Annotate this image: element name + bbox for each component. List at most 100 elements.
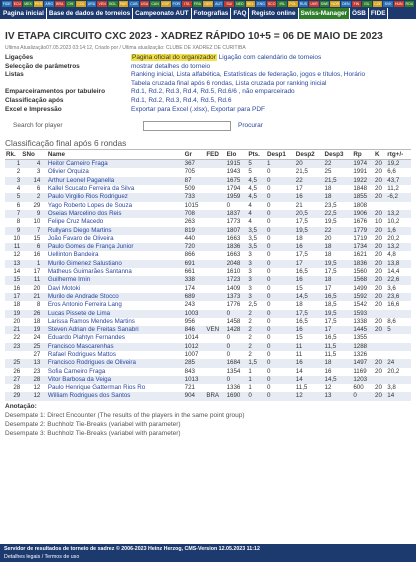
info-links[interactable]: mostrar detalhes do torneio — [131, 63, 210, 70]
flag-icon[interactable]: GER — [203, 1, 213, 7]
flag-icon[interactable]: FIDE — [2, 1, 12, 7]
search-input[interactable] — [143, 120, 231, 131]
nav-link[interactable]: Pagina inicial — [1, 8, 47, 19]
player-name-link[interactable]: Olivier Orquiza — [47, 168, 184, 176]
flag-icon[interactable]: VEN — [97, 1, 107, 7]
player-name-link[interactable]: Uellinton Bandeira — [47, 251, 184, 259]
flag-icon[interactable]: POL — [288, 1, 298, 7]
table-cell: 3,5 — [247, 243, 266, 252]
table-cell: 440 — [184, 234, 195, 242]
nav-link[interactable]: Swiss-Manager — [298, 8, 351, 19]
flag-icon[interactable]: RUS — [298, 1, 309, 7]
info-value: Tabela cruzada final após 6 rondas, List… — [131, 80, 326, 89]
player-name-link[interactable]: Davi Motoki — [47, 285, 184, 293]
flag-icon[interactable]: ITA — [182, 1, 192, 7]
flag-icon[interactable]: IRL — [277, 1, 288, 7]
player-name-link[interactable]: Francisco Rodrigues de Oliveira — [46, 359, 184, 368]
info-links[interactable]: Tabela cruzada final após 6 rondas, List… — [131, 80, 326, 87]
table-cell: 20 — [374, 392, 387, 401]
flag-icon[interactable]: HUN — [393, 1, 404, 7]
player-name-link[interactable]: Paulo Gomes de França Junior — [46, 243, 184, 252]
flag-icon[interactable]: BOL — [107, 1, 118, 7]
search-button[interactable]: Procurar — [238, 122, 263, 129]
flag-icon[interactable]: NED — [235, 1, 245, 7]
flag-icon[interactable]: SVK — [383, 1, 393, 7]
player-name-link[interactable]: Guilherme Irnin — [46, 276, 184, 285]
player-name-link[interactable]: Heitor Carneiro Fraga — [46, 159, 184, 169]
flag-icon[interactable]: FRA — [192, 1, 203, 7]
player-name-link[interactable]: William Rodrigues dos Santos — [46, 392, 184, 401]
player-name-link[interactable]: Sofia Carneiro Fraga — [47, 368, 184, 376]
flag-icon[interactable]: SCO — [266, 1, 277, 7]
table-cell: 691 — [183, 259, 206, 269]
table-cell: 2 — [247, 326, 266, 335]
flag-icon[interactable]: BRA — [54, 1, 65, 7]
player-name-link[interactable]: Vitor Barbosa da Veiga — [46, 375, 184, 385]
player-name-link[interactable]: Kallel Scucato Ferreira da Silva — [47, 185, 184, 193]
nav-link[interactable]: Campeonato AUT — [133, 8, 192, 19]
player-name-link[interactable]: Paulo Henrique Gatterman Rios Ro — [47, 384, 184, 392]
info-links[interactable]: Rd.1, Rd.2, Rd.3, Rd.4, Rd.5, Rd.6 — [131, 97, 231, 104]
player-name-link[interactable]: Eduardo Plahtyn Fernandes — [47, 334, 184, 342]
player-name-link[interactable]: Larissa Ramos Mendes Martins — [47, 318, 184, 326]
info-links[interactable]: Ranking inicial, Lista alfabética, Estat… — [131, 71, 365, 78]
nav-link[interactable]: FIDE — [369, 8, 389, 19]
flag-icon[interactable]: CAN — [150, 1, 160, 7]
player-name-link[interactable]: Francisco Mascarenhas — [46, 342, 184, 351]
flag-icon[interactable]: BEL — [245, 1, 256, 7]
flag-icon[interactable]: UKR — [309, 1, 319, 7]
player-name-link[interactable]: Arthur Leonel Paganella — [46, 176, 184, 186]
player-name-link[interactable]: Lucas Pissete de Lima — [46, 309, 184, 318]
flag-icon[interactable]: MEX — [23, 1, 33, 7]
info-links[interactable]: Rd.1, Rd.2, Rd.3, Rd.4, Rd.5, Rd.6/6 , n… — [131, 88, 295, 95]
player-name-link[interactable]: Oseias Marcelino dos Reis — [46, 209, 184, 219]
nav-link[interactable]: FAQ — [231, 8, 250, 19]
player-name-link[interactable]: Steven Adrian de Freitas Sanabri — [46, 326, 184, 335]
organizer-link[interactable]: Pagina oficial do organizador — [131, 54, 217, 61]
flag-icon[interactable]: FIN — [351, 1, 362, 7]
table-cell: 509 — [184, 185, 195, 193]
flag-icon[interactable]: CHI — [65, 1, 76, 7]
flag-icon[interactable]: ISL — [362, 1, 372, 7]
player-name-link[interactable]: Yago Roberto Lopes de Souza — [47, 202, 184, 210]
player-name-link[interactable]: Eros Antonio Ferreira Lang — [47, 301, 184, 309]
table-cell: 14 — [295, 367, 303, 375]
flag-icon[interactable]: SUI — [224, 1, 235, 7]
flag-icon[interactable]: USA — [139, 1, 150, 7]
flag-icon[interactable]: URU — [86, 1, 97, 7]
nav-link[interactable]: ÖSB — [350, 8, 369, 19]
table-cell: 0 — [226, 350, 231, 358]
flag-icon[interactable]: PER — [33, 1, 44, 7]
nav-link[interactable]: Registo online — [249, 8, 299, 19]
flag-icon[interactable]: COL — [76, 1, 86, 7]
table-cell: 18 — [13, 301, 21, 309]
flag-icon[interactable]: CUB — [129, 1, 139, 7]
footer-legal-link[interactable]: Detalhes legais / Termos de uso — [4, 553, 412, 561]
player-name-link[interactable]: Paulo Virgilio Rios Rodriguez — [46, 193, 184, 202]
flag-icon[interactable]: ESP — [160, 1, 171, 7]
nav-link[interactable]: Base de dados de torneios — [47, 8, 134, 19]
player-name-link[interactable]: João Favaro de Oliveira — [47, 235, 184, 243]
flag-icon[interactable]: DEN — [341, 1, 351, 7]
flag-icon[interactable]: NOR — [330, 1, 340, 7]
flag-icon[interactable]: POR — [171, 1, 182, 7]
flag-icon[interactable]: ROU — [404, 1, 415, 7]
player-name-link[interactable]: Murilo de Andrade Stocco — [46, 292, 184, 302]
player-name-link[interactable]: Rullyans Diego Martins — [46, 226, 184, 235]
table-cell: 1734 — [352, 243, 375, 252]
player-name-link[interactable]: Felipe Cruz Macedo — [47, 218, 184, 226]
flag-icon[interactable]: ECU — [12, 1, 23, 7]
info-links[interactable]: Ligação com calendário de torneios — [219, 54, 322, 61]
info-row: Excel e Impressão Exportar para Excel (.x… — [5, 106, 411, 115]
flag-icon[interactable]: ENG — [256, 1, 266, 7]
info-links[interactable]: Exportar para Excel (.xlsx), Exportar pa… — [131, 106, 265, 113]
flag-icon[interactable]: AUT — [213, 1, 224, 7]
player-name-link[interactable]: Murilo Gimenez Salustiano — [46, 259, 184, 269]
flag-icon[interactable]: SWE — [319, 1, 330, 7]
flag-icon[interactable]: CZE — [372, 1, 383, 7]
flag-icon[interactable]: PAR — [118, 1, 129, 7]
player-name-link[interactable]: Rafael Rodrigues Mattos — [47, 351, 184, 359]
player-name-link[interactable]: Matheus Guimarães Santanna — [47, 268, 184, 276]
flag-icon[interactable]: ARG — [44, 1, 54, 7]
nav-link[interactable]: Fotografias — [192, 8, 232, 19]
